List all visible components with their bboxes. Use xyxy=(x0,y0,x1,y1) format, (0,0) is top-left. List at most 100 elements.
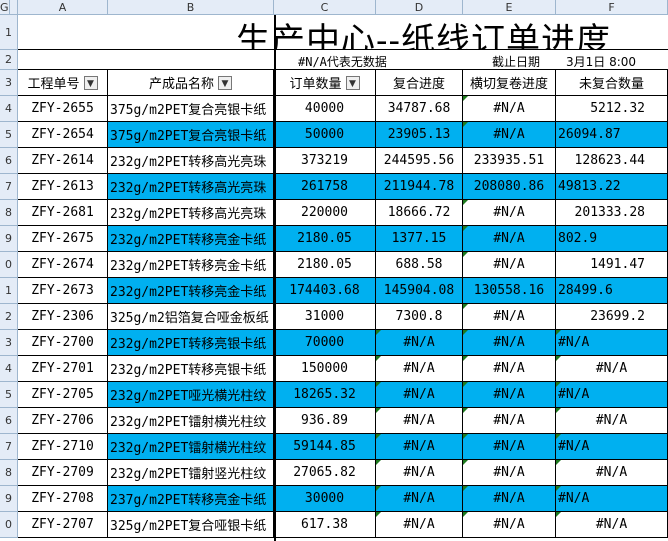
cell-project-no[interactable]: ZFY-2700 xyxy=(18,330,108,356)
cell-order-qty[interactable]: 220000 xyxy=(274,200,376,226)
row-header[interactable]: 4 xyxy=(0,356,18,382)
cell-uncomposited-qty[interactable]: 23699.2 xyxy=(556,304,668,330)
cell-product-name[interactable]: 232g/m2PET转移亮金卡纸 xyxy=(108,226,274,252)
row-header[interactable]: 8 xyxy=(0,460,18,486)
filter-dropdown-icon[interactable]: ▼ xyxy=(83,75,98,90)
row-header[interactable]: 6 xyxy=(0,148,18,174)
cell-product-name[interactable]: 325g/m2铝箔复合哑金板纸 xyxy=(108,304,274,330)
cell-composite-progress[interactable]: #N/A xyxy=(376,408,463,434)
filter-dropdown-icon[interactable]: ▼ xyxy=(345,75,360,90)
column-header-D[interactable]: D xyxy=(376,0,463,15)
cell-order-qty[interactable]: 18265.32 xyxy=(274,382,376,408)
cell-order-qty[interactable]: 617.38 xyxy=(274,512,376,538)
header-project-no[interactable]: 工程单号 ▼ xyxy=(18,70,108,96)
row-header[interactable]: 7 xyxy=(0,434,18,460)
cell-order-qty[interactable]: 40000 xyxy=(274,96,376,122)
cell-product-name[interactable]: 325g/m2PET复合哑银卡纸 xyxy=(108,512,274,538)
row-header[interactable]: 5 xyxy=(0,122,18,148)
cell-product-name[interactable]: 232g/m2PET镭射横光柱纹 xyxy=(108,434,274,460)
header-product-name[interactable]: 产成品名称 ▼ xyxy=(108,70,274,96)
cell-product-name[interactable]: 232g/m2PET转移高光亮珠 xyxy=(108,148,274,174)
cell-composite-progress[interactable]: #N/A xyxy=(376,356,463,382)
cell-uncomposited-qty[interactable]: #N/A xyxy=(556,460,668,486)
column-header-C[interactable]: C xyxy=(274,0,376,15)
cell-order-qty[interactable]: 31000 xyxy=(274,304,376,330)
row-header[interactable]: 1 xyxy=(0,15,18,50)
cell-cut-rewind-progress[interactable]: #N/A xyxy=(463,408,556,434)
row-header[interactable]: 9 xyxy=(0,486,18,512)
cell-composite-progress[interactable]: 18666.72 xyxy=(376,200,463,226)
cell-uncomposited-qty[interactable]: 201333.28 xyxy=(556,200,668,226)
cell-composite-progress[interactable]: #N/A xyxy=(376,382,463,408)
cell-order-qty[interactable]: 30000 xyxy=(274,486,376,512)
cell-cut-rewind-progress[interactable]: #N/A xyxy=(463,382,556,408)
cell-cut-rewind-progress[interactable]: #N/A xyxy=(463,96,556,122)
cell-order-qty[interactable]: 373219 xyxy=(274,148,376,174)
cell-project-no[interactable]: ZFY-2654 xyxy=(18,122,108,148)
cell-project-no[interactable]: ZFY-2655 xyxy=(18,96,108,122)
column-header-G[interactable]: G xyxy=(0,0,10,15)
cell-order-qty[interactable]: 936.89 xyxy=(274,408,376,434)
cell-order-qty[interactable]: 261758 xyxy=(274,174,376,200)
cell-project-no[interactable]: ZFY-2705 xyxy=(18,382,108,408)
cell-project-no[interactable]: ZFY-2613 xyxy=(18,174,108,200)
cell-cut-rewind-progress[interactable]: #N/A xyxy=(463,200,556,226)
header-uncomposited-qty[interactable]: 未复合数量 xyxy=(556,70,668,96)
cell-order-qty[interactable]: 150000 xyxy=(274,356,376,382)
cell-uncomposited-qty[interactable]: #N/A xyxy=(556,434,668,460)
cell-product-name[interactable]: 237g/m2PET转移亮金卡纸 xyxy=(108,486,274,512)
cell-uncomposited-qty[interactable]: #N/A xyxy=(556,330,668,356)
cell-cut-rewind-progress[interactable]: #N/A xyxy=(463,434,556,460)
cell-product-name[interactable]: 232g/m2PET镭射横光柱纹 xyxy=(108,408,274,434)
cell-cut-rewind-progress[interactable]: #N/A xyxy=(463,252,556,278)
cell-uncomposited-qty[interactable]: #N/A xyxy=(556,486,668,512)
cell-cut-rewind-progress[interactable]: #N/A xyxy=(463,330,556,356)
freeze-pane-divider[interactable] xyxy=(274,15,276,541)
cell-product-name[interactable]: 232g/m2PET转移高光亮珠 xyxy=(108,174,274,200)
cell-composite-progress[interactable]: 7300.8 xyxy=(376,304,463,330)
cell-uncomposited-qty[interactable]: 802.9 xyxy=(556,226,668,252)
row-header[interactable]: 4 xyxy=(0,96,18,122)
cell-product-name[interactable]: 232g/m2PET转移亮银卡纸 xyxy=(108,330,274,356)
cell-product-name[interactable]: 232g/m2PET哑光横光柱纹 xyxy=(108,382,274,408)
header-cut-rewind-progress[interactable]: 横切复卷进度 xyxy=(463,70,556,96)
cell-uncomposited-qty[interactable]: 1491.47 xyxy=(556,252,668,278)
row-header[interactable]: 0 xyxy=(0,512,18,538)
cell-order-qty[interactable]: 2180.05 xyxy=(274,252,376,278)
cell-project-no[interactable]: ZFY-2708 xyxy=(18,486,108,512)
row-header[interactable]: 3 xyxy=(0,330,18,356)
cell-cut-rewind-progress[interactable]: #N/A xyxy=(463,304,556,330)
header-order-qty[interactable]: 订单数量 ▼ xyxy=(274,70,376,96)
cell-composite-progress[interactable]: 688.58 xyxy=(376,252,463,278)
filter-dropdown-icon[interactable]: ▼ xyxy=(218,75,232,90)
row-header[interactable]: 5 xyxy=(0,382,18,408)
column-header-B[interactable]: B xyxy=(108,0,274,15)
cell-order-qty[interactable]: 59144.85 xyxy=(274,434,376,460)
column-header-E[interactable]: E xyxy=(463,0,556,15)
row-header[interactable]: 1 xyxy=(0,278,18,304)
cell-cut-rewind-progress[interactable]: #N/A xyxy=(463,486,556,512)
column-header-F[interactable]: F xyxy=(556,0,668,15)
cell-cut-rewind-progress[interactable]: 208080.86 xyxy=(463,174,556,200)
cell-project-no[interactable]: ZFY-2701 xyxy=(18,356,108,382)
cell-project-no[interactable]: ZFY-2707 xyxy=(18,512,108,538)
cell-project-no[interactable]: ZFY-2681 xyxy=(18,200,108,226)
cell-uncomposited-qty[interactable]: #N/A xyxy=(556,382,668,408)
cell-cut-rewind-progress[interactable]: 233935.51 xyxy=(463,148,556,174)
row-header[interactable]: 7 xyxy=(0,174,18,200)
cell-cut-rewind-progress[interactable]: #N/A xyxy=(463,226,556,252)
cell-cut-rewind-progress[interactable]: #N/A xyxy=(463,512,556,538)
cell-composite-progress[interactable]: #N/A xyxy=(376,330,463,356)
cell-order-qty[interactable]: 27065.82 xyxy=(274,460,376,486)
cell-project-no[interactable]: ZFY-2706 xyxy=(18,408,108,434)
cell-product-name[interactable]: 232g/m2PET转移亮金卡纸 xyxy=(108,278,274,304)
cell-composite-progress[interactable]: 145904.08 xyxy=(376,278,463,304)
cell-uncomposited-qty[interactable]: #N/A xyxy=(556,408,668,434)
cell-uncomposited-qty[interactable]: #N/A xyxy=(556,512,668,538)
header-composite-progress[interactable]: 复合进度 xyxy=(376,70,463,96)
cell-order-qty[interactable]: 2180.05 xyxy=(274,226,376,252)
cell-project-no[interactable]: ZFY-2306 xyxy=(18,304,108,330)
column-header-A[interactable]: A xyxy=(18,0,108,15)
cell-composite-progress[interactable]: 23905.13 xyxy=(376,122,463,148)
cell-product-name[interactable]: 375g/m2PET复合亮银卡纸 xyxy=(108,122,274,148)
